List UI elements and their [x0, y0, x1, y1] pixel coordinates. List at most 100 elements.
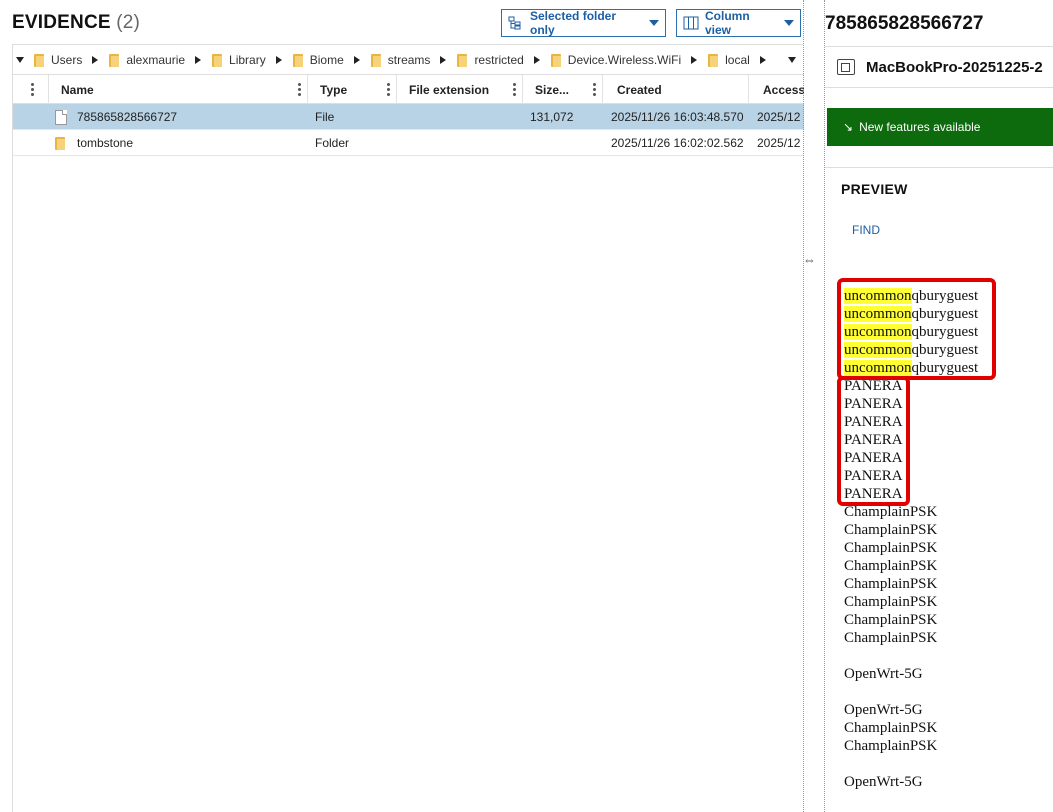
folder-icon [211, 53, 223, 67]
device-name: MacBookPro-20251225-2 [866, 58, 1043, 76]
annotation-box [837, 376, 910, 506]
breadcrumb-overflow-icon[interactable] [787, 56, 796, 63]
preview-line: OpenWrt-5G [844, 701, 978, 719]
resize-horizontal-icon[interactable]: ⇔ [803, 252, 816, 267]
table-row[interactable]: 785865828566727 File 131,072 2025/11/26 … [13, 104, 804, 130]
chevron-down-icon [649, 20, 659, 26]
evidence-title: EVIDENCE (2) [12, 12, 140, 34]
breadcrumb-item[interactable]: Users [33, 53, 82, 67]
annotation-box [837, 278, 996, 380]
device-icon [837, 59, 855, 75]
preview-line-text: OpenWrt-5G [844, 774, 923, 790]
breadcrumb-item[interactable]: Device.Wireless.WiFi [550, 53, 681, 67]
preview-line [844, 683, 978, 701]
preview-line: ChamplainPSK [844, 539, 978, 557]
chevron-right-icon [92, 55, 99, 64]
table-header: Name Type File extension Size... Created [13, 74, 804, 104]
table-row[interactable]: tombstone Folder 2025/11/26 16:02:02.562… [13, 130, 804, 156]
more-vert-icon[interactable] [593, 83, 596, 97]
preview-line-text: ChamplainPSK [844, 738, 938, 754]
divider [825, 167, 1053, 168]
evidence-count: (2) [116, 12, 141, 33]
preview-heading: PREVIEW [841, 181, 908, 197]
preview-line-text: ChamplainPSK [844, 522, 938, 538]
column-view-dropdown[interactable]: Column view [676, 9, 801, 37]
breadcrumb-item[interactable]: Biome [292, 53, 344, 67]
preview-line-text: ChamplainPSK [844, 630, 938, 646]
preview-line-text: ChamplainPSK [844, 504, 938, 520]
new-features-banner[interactable]: ↘ New features available [827, 108, 1053, 146]
row-size: 131,072 [530, 110, 574, 124]
preview-line: ChamplainPSK [844, 737, 978, 755]
preview-line-text: OpenWrt-5G [844, 666, 923, 682]
find-button[interactable]: FIND [852, 223, 880, 237]
file-icon [55, 104, 67, 130]
splitter-line [803, 0, 804, 812]
row-created: 2025/11/26 16:03:48.570 [611, 110, 744, 124]
preview-line: ChamplainPSK [844, 575, 978, 593]
breadcrumb: Users alexmaurie Library Biome streams r… [12, 44, 803, 74]
preview-line: ChamplainPSK [844, 557, 978, 575]
preview-line-text: ChamplainPSK [844, 576, 938, 592]
column-header-size[interactable]: Size... [523, 75, 603, 104]
collapse-tree-icon[interactable] [16, 56, 24, 63]
row-created: 2025/11/26 16:02:02.562 [611, 136, 744, 150]
chevron-right-icon [440, 55, 447, 64]
evidence-pane: EVIDENCE (2) Selected folder only Column… [0, 0, 804, 812]
preview-line-text: ChamplainPSK [844, 594, 938, 610]
detail-title: 785865828566727 [825, 13, 984, 34]
chevron-right-icon [533, 55, 540, 64]
preview-line-text: OpenWrt-5G [844, 702, 923, 718]
row-name: tombstone [77, 136, 134, 150]
row-options-header[interactable] [13, 75, 49, 104]
app-window: EVIDENCE (2) Selected folder only Column… [0, 0, 1053, 812]
breadcrumb-item[interactable]: streams [370, 53, 430, 67]
preview-line: ChamplainPSK [844, 593, 978, 611]
sparkle-icon: ↘ [843, 120, 854, 134]
evidence-table: Name Type File extension Size... Created [12, 74, 804, 812]
device-row: MacBookPro-20251225-2 [825, 46, 1053, 88]
preview-line: ChamplainPSK [844, 521, 978, 539]
more-vert-icon[interactable] [298, 83, 301, 97]
preview-line [844, 647, 978, 665]
preview-line-text: ChamplainPSK [844, 612, 938, 628]
more-vert-icon[interactable] [513, 83, 516, 97]
preview-line: OpenWrt-5G [844, 773, 978, 791]
folder-icon [108, 53, 120, 67]
selected-folder-only-dropdown[interactable]: Selected folder only [501, 9, 666, 37]
column-header-file-extension[interactable]: File extension [397, 75, 523, 104]
chevron-down-icon [784, 20, 794, 26]
folder-icon [33, 53, 45, 67]
row-type: File [315, 110, 335, 124]
folder-icon [54, 130, 66, 156]
column-header-accessed[interactable]: Access [749, 75, 804, 104]
evidence-title-label: EVIDENCE [12, 12, 111, 33]
chevron-right-icon [759, 55, 766, 64]
chevron-right-icon [353, 55, 360, 64]
preview-line [844, 755, 978, 773]
preview-line-text: ChamplainPSK [844, 720, 938, 736]
preview-line: OpenWrt-5G [844, 665, 978, 683]
breadcrumb-item[interactable]: Library [211, 53, 266, 67]
column-header-name[interactable]: Name [49, 75, 308, 104]
preview-line: ChamplainPSK [844, 629, 978, 647]
row-type: Folder [315, 136, 350, 150]
column-header-created[interactable]: Created [603, 75, 749, 104]
more-vert-icon[interactable] [387, 83, 390, 97]
breadcrumb-item[interactable]: local [707, 53, 750, 67]
preview-line: ChamplainPSK [844, 719, 978, 737]
breadcrumb-item[interactable]: restricted [456, 53, 524, 67]
folder-icon [707, 53, 719, 67]
columns-icon [683, 16, 699, 30]
breadcrumb-item[interactable]: alexmaurie [108, 53, 185, 67]
row-accessed: 2025/12 [757, 110, 801, 124]
chevron-right-icon [691, 55, 698, 64]
folder-tree-icon [508, 16, 522, 30]
preview-line-text: ChamplainPSK [844, 540, 938, 556]
preview-line-text: ChamplainPSK [844, 558, 938, 574]
preview-line: ChamplainPSK [844, 611, 978, 629]
column-header-type[interactable]: Type [308, 75, 397, 104]
row-name: 785865828566727 [77, 110, 178, 124]
row-accessed: 2025/12 [757, 136, 801, 150]
pane-splitter[interactable]: ⇔ [803, 0, 825, 812]
